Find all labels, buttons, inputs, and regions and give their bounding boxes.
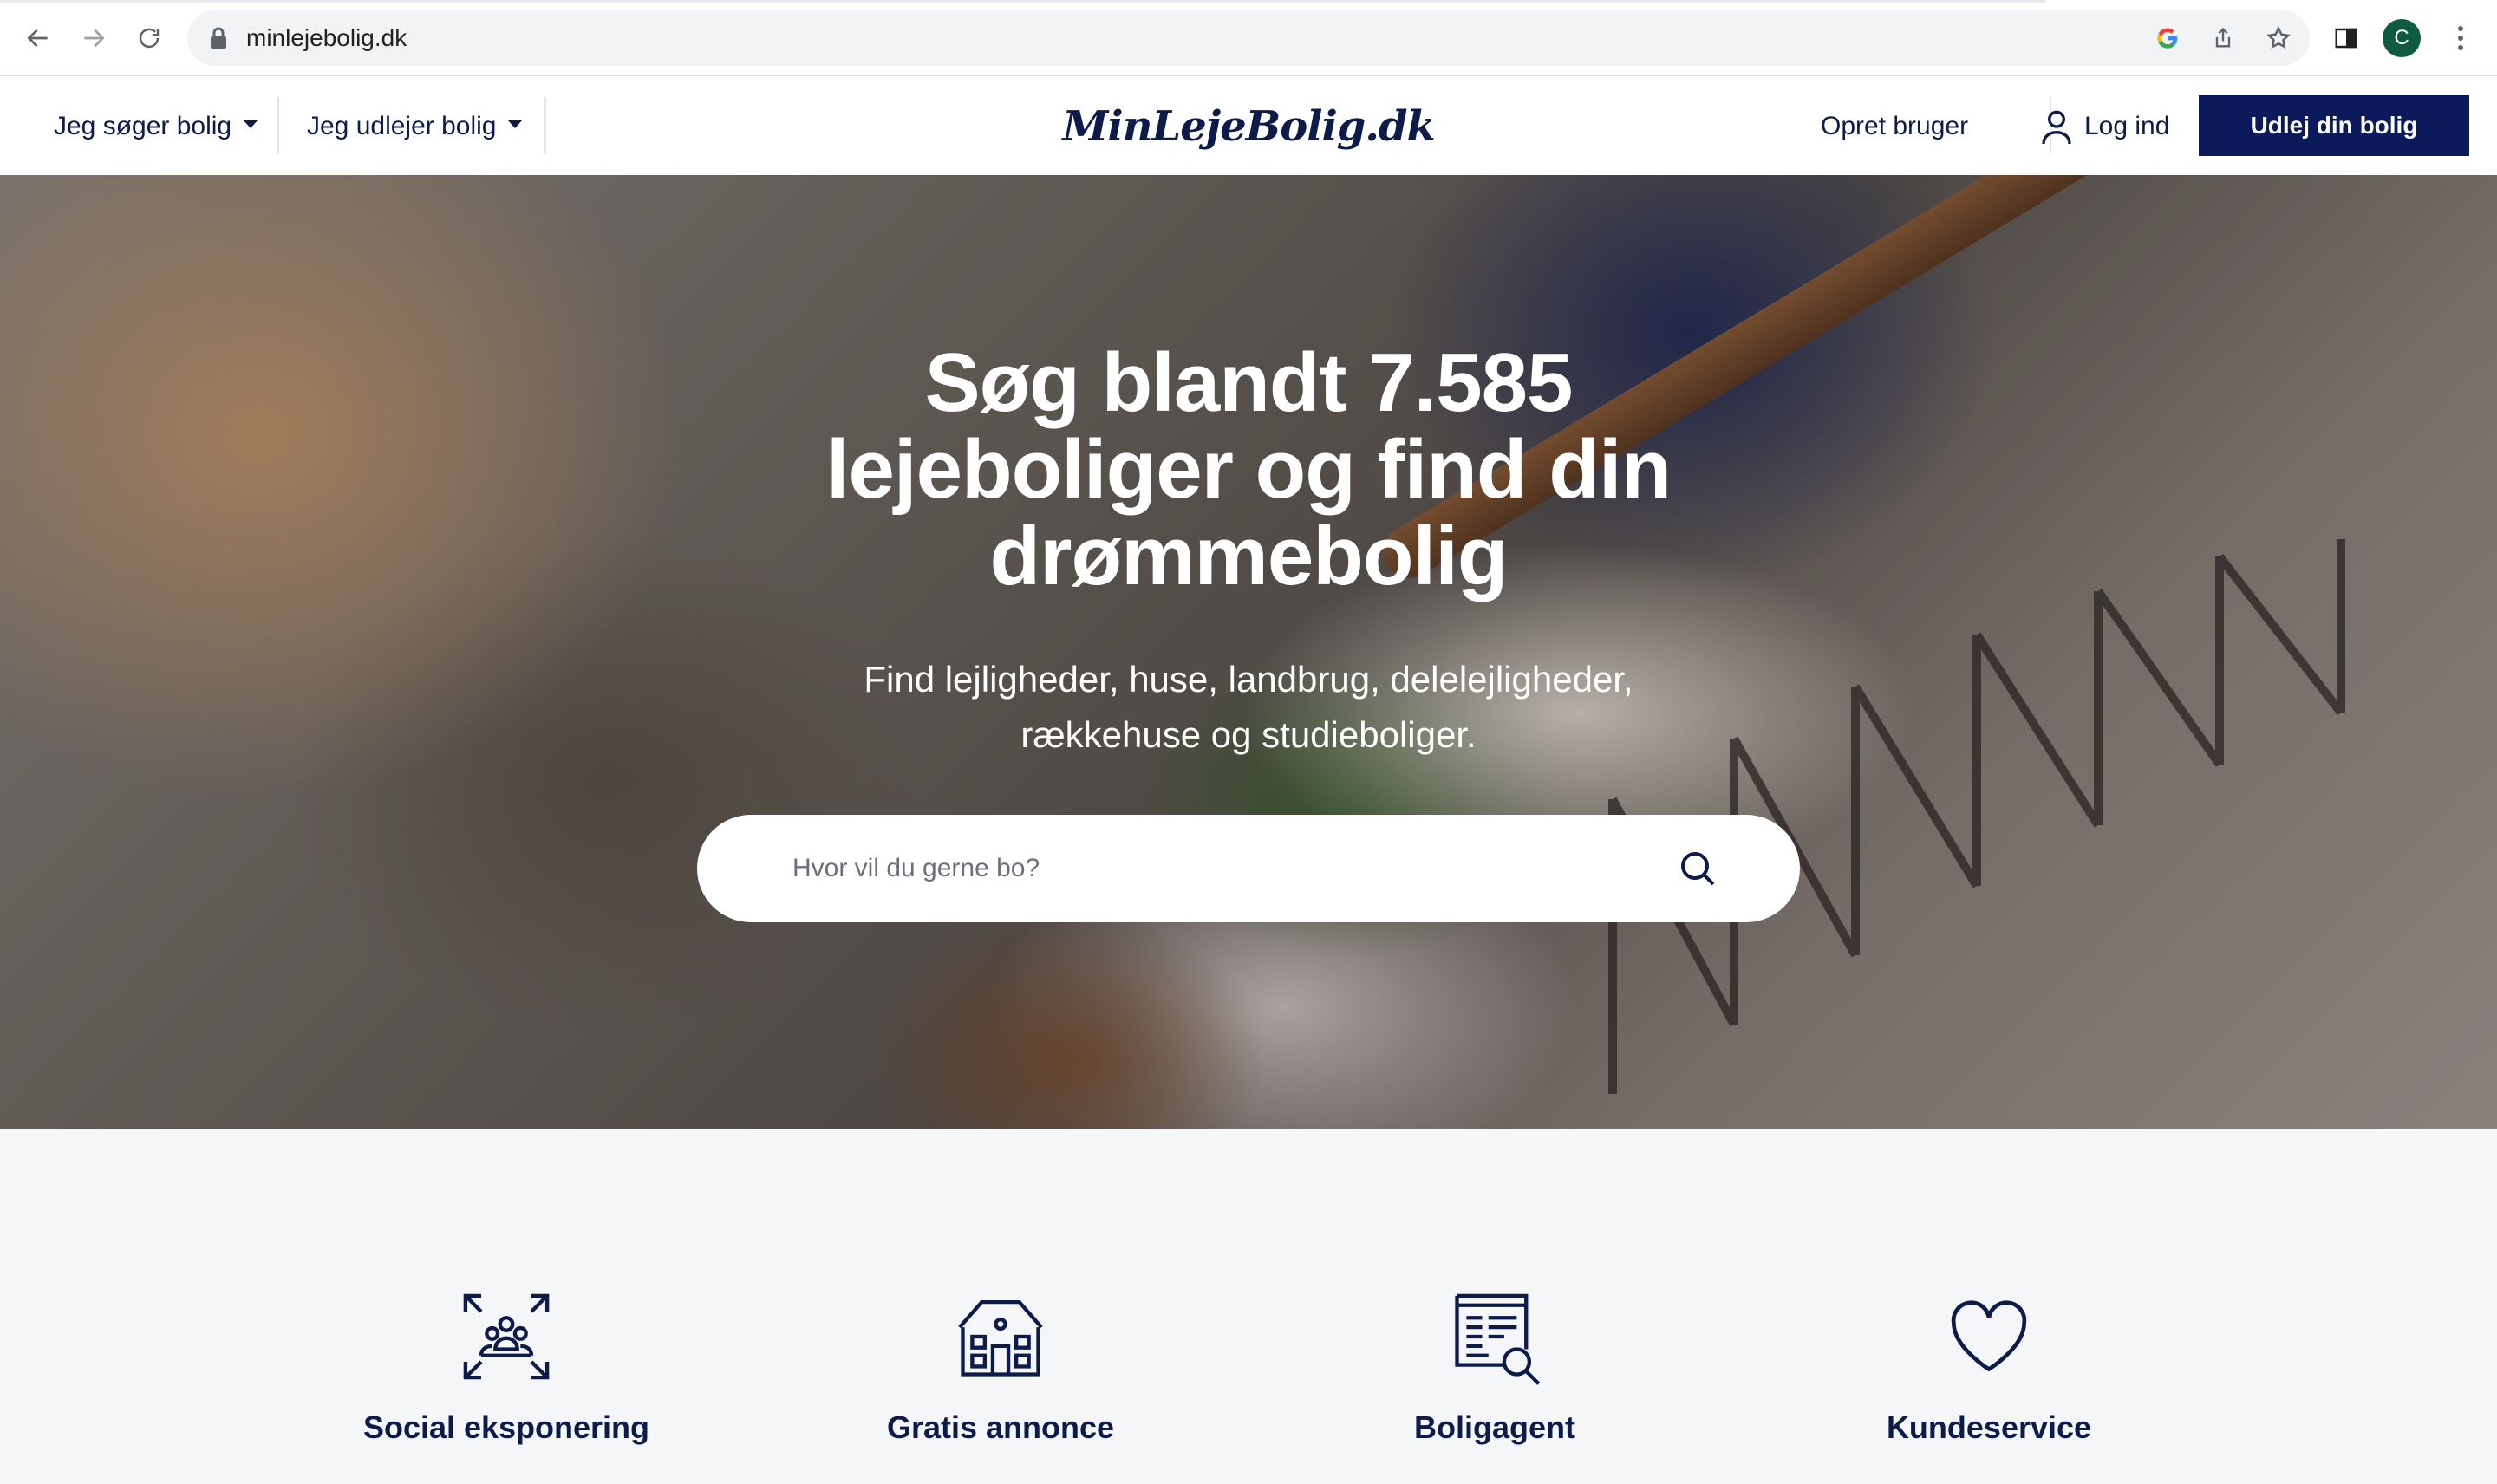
login-label: Log ind — [2084, 112, 2170, 140]
menu-seek-housing[interactable]: Jeg søger bolig — [54, 104, 258, 149]
feature-title: Boligagent — [1414, 1409, 1575, 1445]
google-lens-icon[interactable] — [2154, 24, 2181, 52]
reload-button[interactable] — [128, 17, 170, 59]
lock-icon — [211, 27, 226, 49]
menu-seek-label: Jeg søger bolig — [54, 112, 232, 140]
kebab-menu-icon — [2458, 26, 2463, 50]
hero-title: Søg blandt 7.585 lejeboliger og find din… — [825, 336, 1672, 602]
login-link[interactable]: Log ind — [2039, 104, 2169, 149]
loading-bar — [0, 0, 2046, 3]
location-search-box — [697, 815, 1800, 922]
house-icon — [949, 1285, 1053, 1389]
divider — [277, 97, 279, 154]
share-icon[interactable] — [2209, 24, 2237, 52]
forward-button[interactable] — [73, 17, 114, 59]
feature-customer-service[interactable]: Kundeservice — [1772, 1285, 2206, 1446]
search-icon — [1681, 852, 1715, 886]
menu-rent-out-label: Jeg udlejer bolig — [307, 112, 497, 140]
features-section: Social eksponering Gratis annonce Boliga… — [0, 1129, 2497, 1484]
feature-title: Social eksponering — [362, 1409, 650, 1445]
heart-icon — [1937, 1285, 2041, 1389]
feature-housing-agent[interactable]: Boligagent — [1278, 1285, 1711, 1446]
caret-down-icon — [244, 120, 258, 128]
browser-menu-button[interactable] — [2440, 17, 2481, 59]
side-panel-icon — [2335, 28, 2357, 49]
side-panel-button[interactable] — [2325, 17, 2367, 59]
site-header: Jeg søger bolig Jeg udlejer bolig MinLej… — [0, 78, 2497, 175]
site-logo[interactable]: MinLejeBolig.dk — [1062, 95, 1436, 158]
rent-out-cta-button[interactable]: Udlej din bolig — [2199, 95, 2469, 156]
user-icon — [2042, 110, 2071, 145]
create-user-link[interactable]: Opret bruger — [1821, 104, 1968, 149]
divider — [544, 97, 546, 154]
feature-title: Kundeservice — [1886, 1409, 2092, 1445]
hero-subtitle: Find lejligheder, huse, landbrug, delele… — [864, 659, 1633, 755]
forward-arrow-icon — [84, 29, 105, 48]
url-text: minlejebolig.dk — [246, 24, 407, 51]
document-search-icon — [1443, 1285, 1547, 1389]
location-search-input[interactable] — [792, 844, 1625, 893]
profile-avatar[interactable]: C — [2383, 19, 2421, 57]
people-focus-icon — [454, 1285, 558, 1389]
back-arrow-icon — [27, 29, 48, 48]
menu-rent-out[interactable]: Jeg udlejer bolig — [307, 104, 523, 149]
bookmark-star-icon[interactable] — [2265, 24, 2292, 52]
feature-title: Gratis annonce — [886, 1409, 1115, 1445]
address-bar[interactable]: minlejebolig.dk — [187, 10, 2310, 66]
browser-toolbar: minlejebolig.dk C — [0, 0, 2497, 76]
reload-icon — [139, 28, 160, 49]
back-button[interactable] — [17, 17, 59, 59]
hero-section: Søg blandt 7.585 lejeboliger og find din… — [0, 175, 2497, 1129]
feature-social-exposure[interactable]: Social eksponering — [290, 1285, 723, 1446]
caret-down-icon — [508, 120, 523, 128]
create-user-label: Opret bruger — [1821, 112, 1969, 140]
feature-free-ad[interactable]: Gratis annonce — [784, 1285, 1217, 1446]
search-button[interactable] — [1670, 841, 1725, 896]
